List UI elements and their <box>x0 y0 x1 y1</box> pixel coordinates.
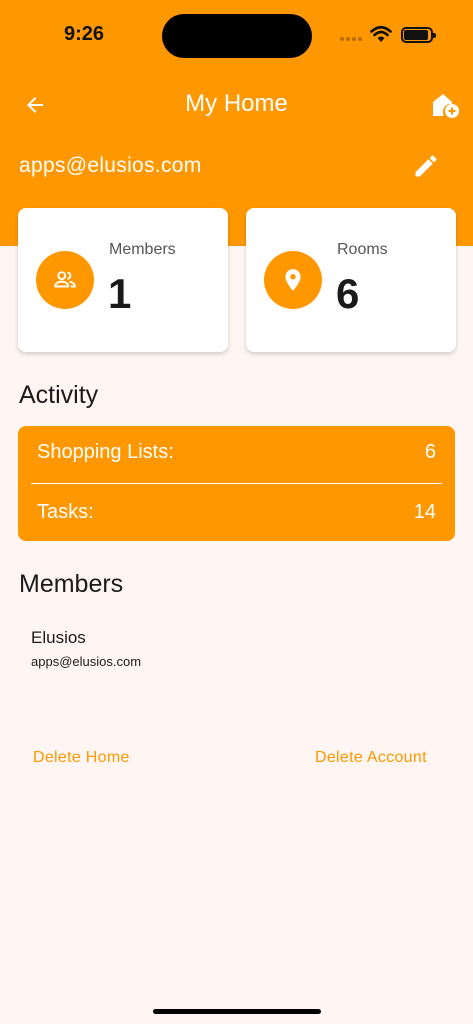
activity-row-label: Shopping Lists: <box>37 441 174 463</box>
rooms-stat-value: 6 <box>336 270 360 317</box>
dynamic-island <box>162 14 312 58</box>
add-home-button[interactable] <box>430 90 460 120</box>
home-email: apps@elusios.com <box>19 154 202 177</box>
page-title: My Home <box>185 90 288 117</box>
activity-section-title: Activity <box>19 381 99 409</box>
activity-divider <box>31 483 442 484</box>
home-indicator[interactable] <box>153 1009 321 1014</box>
activity-row-value: 6 <box>424 441 436 463</box>
activity-row-value: 14 <box>413 501 436 523</box>
status-time: 9:26 <box>64 23 105 45</box>
rooms-icon-circle <box>264 251 322 309</box>
activity-row-shopping-lists: Shopping Lists: 6 <box>37 441 436 464</box>
members-stat-card: Members 1 <box>18 208 228 352</box>
activity-summary-box: Shopping Lists: 6 Tasks: 14 <box>18 426 455 541</box>
rooms-stat-card: Rooms 6 <box>246 208 456 352</box>
members-section-title: Members <box>19 570 124 598</box>
pencil-icon <box>415 155 437 177</box>
add-home-icon <box>433 94 459 118</box>
member-name: Elusios <box>31 628 86 647</box>
members-stat-label: Members <box>109 241 176 258</box>
members-stat-value: 1 <box>108 270 132 317</box>
activity-row-label: Tasks: <box>37 501 94 523</box>
edit-button[interactable] <box>412 152 442 182</box>
member-email: apps@elusios.com <box>31 654 142 669</box>
delete-home-button[interactable]: Delete Home <box>33 749 130 767</box>
members-icon-circle <box>36 251 94 309</box>
location-pin-icon <box>285 269 301 291</box>
rooms-stat-label: Rooms <box>337 241 388 258</box>
group-icon <box>54 271 76 288</box>
delete-account-button[interactable]: Delete Account <box>315 749 427 767</box>
activity-row-tasks: Tasks: 14 <box>37 501 436 524</box>
cellular-signal-icon <box>340 37 362 41</box>
member-list-item[interactable]: Elusios apps@elusios.com <box>31 628 141 669</box>
wifi-icon <box>370 25 392 42</box>
battery-icon <box>401 27 436 43</box>
